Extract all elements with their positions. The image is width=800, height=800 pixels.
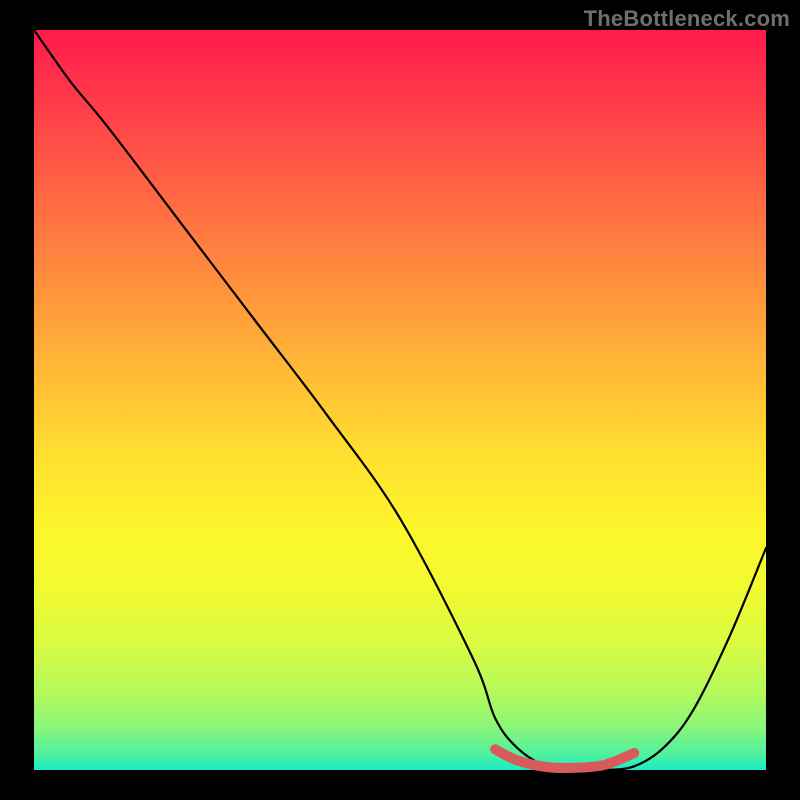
- curve-layer: [34, 30, 766, 770]
- plot-area: [34, 30, 766, 770]
- watermark-text: TheBottleneck.com: [584, 6, 790, 32]
- marker-band: [495, 749, 634, 768]
- chart-container: TheBottleneck.com: [0, 0, 800, 800]
- main-curve: [34, 30, 766, 770]
